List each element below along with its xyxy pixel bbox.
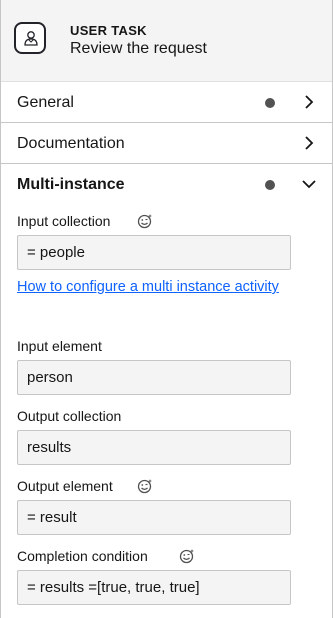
completion-condition-field[interactable]: = results =[true, true, true] (17, 570, 291, 605)
group-multi-instance[interactable]: Multi-instance (1, 164, 332, 205)
input-collection-label: Input collection (17, 213, 111, 229)
group-label: Documentation (17, 135, 125, 152)
data-indicator-dot (265, 180, 275, 190)
output-collection-field[interactable]: results (17, 430, 291, 465)
element-type: USER TASK (70, 23, 147, 38)
group-documentation[interactable]: Documentation (1, 123, 332, 164)
chevron-right-icon (305, 95, 314, 109)
feel-icon[interactable] (137, 213, 153, 229)
data-indicator-dot (265, 98, 275, 108)
multi-instance-help-link[interactable]: How to configure a multi instance activi… (17, 274, 297, 300)
group-label: General (17, 94, 74, 111)
user-task-icon (14, 22, 46, 54)
chevron-down-icon (302, 180, 316, 189)
input-element-field[interactable]: person (17, 360, 291, 395)
output-element-label: Output element (17, 478, 113, 494)
properties-panel: USER TASK Review the request General Doc… (0, 0, 333, 618)
panel-header: USER TASK Review the request (1, 0, 332, 82)
input-element-label: Input element (17, 338, 102, 354)
completion-condition-label: Completion condition (17, 548, 148, 564)
feel-icon[interactable] (137, 478, 153, 494)
element-name: Review the request (70, 40, 207, 57)
input-collection-field[interactable]: = people (17, 235, 291, 270)
group-label: Multi-instance (17, 176, 125, 193)
output-collection-label: Output collection (17, 408, 122, 424)
output-element-field[interactable]: = result (17, 500, 291, 535)
chevron-right-icon (305, 136, 314, 150)
group-general[interactable]: General (1, 82, 332, 123)
feel-icon[interactable] (179, 548, 195, 564)
